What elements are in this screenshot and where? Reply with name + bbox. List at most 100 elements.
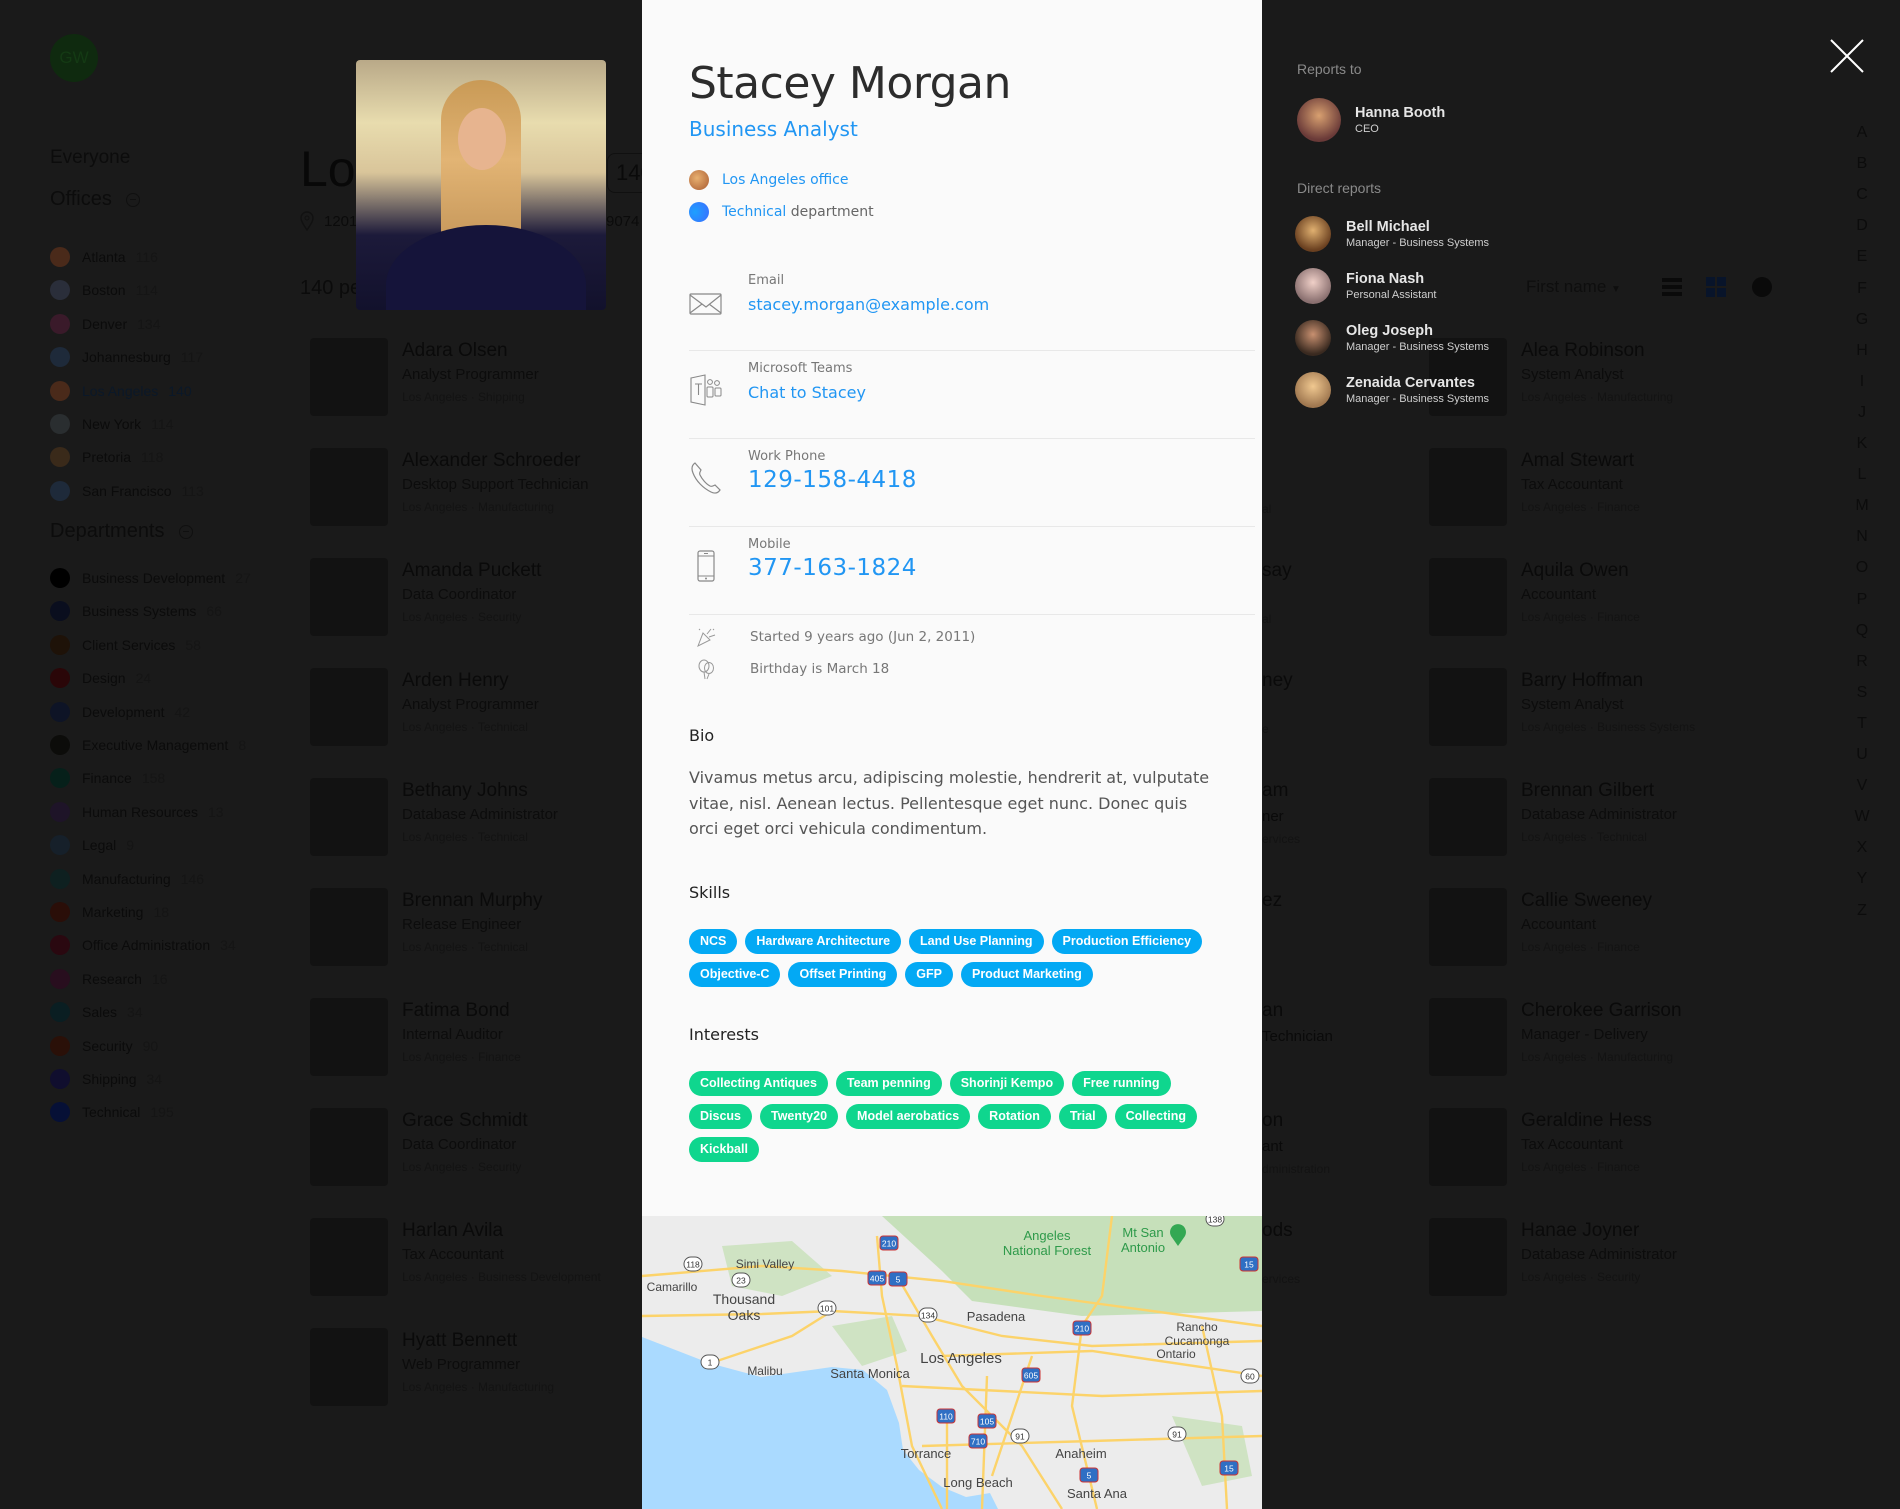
alphabet-letter[interactable]: U — [1852, 746, 1872, 764]
alphabet-letter[interactable]: P — [1852, 591, 1872, 609]
department-link[interactable]: Technical — [722, 204, 786, 220]
sidebar-item[interactable]: Shipping 34 — [50, 1067, 162, 1091]
sidebar-item[interactable]: Client Services 58 — [50, 633, 201, 657]
skill-chip[interactable]: Hardware Architecture — [745, 929, 902, 954]
close-icon[interactable] — [1829, 38, 1865, 74]
skill-chip[interactable]: NCS — [689, 929, 738, 954]
interest-chip[interactable]: Shorinji Kempo — [949, 1071, 1065, 1096]
person-card[interactable]: Aquila Owen Accountant Los Angeles · Finan… — [1429, 558, 1829, 638]
collapse-icon[interactable] — [178, 524, 193, 539]
alphabet-letter[interactable]: F — [1852, 280, 1872, 298]
direct-report[interactable]: Bell Michael Manager - Business Systems — [1295, 216, 1489, 252]
sidebar-item[interactable]: Research 16 — [50, 967, 168, 991]
alphabet-letter[interactable]: O — [1852, 559, 1872, 577]
person-card[interactable]: Brennan Gilbert Database Administrator Los… — [1429, 778, 1829, 858]
list-view-icon[interactable] — [1662, 278, 1682, 296]
alphabet-letter[interactable]: K — [1852, 435, 1872, 453]
interest-chip[interactable]: Team penning — [835, 1071, 942, 1096]
work-phone-link[interactable]: 129-158-4418 — [748, 467, 917, 493]
skill-chip[interactable]: Land Use Planning — [909, 929, 1044, 954]
interest-chip[interactable]: Model aerobatics — [846, 1104, 971, 1129]
sort-dropdown[interactable]: First name ▼ — [1526, 277, 1621, 297]
skill-chip[interactable]: Product Marketing — [960, 962, 1093, 987]
sidebar-item[interactable]: Technical 195 — [50, 1100, 174, 1124]
logo-avatar[interactable]: GW — [50, 34, 98, 82]
direct-report[interactable]: Zenaida Cervantes Manager - Business Syst… — [1295, 372, 1489, 408]
sidebar-item[interactable]: Office Administration 34 — [50, 933, 236, 957]
interest-chip[interactable]: Rotation — [978, 1104, 1051, 1129]
sidebar-item[interactable]: Development 42 — [50, 700, 190, 724]
chat-link[interactable]: Chat to Stacey — [748, 383, 866, 402]
sidebar-item[interactable]: New York 114 — [50, 412, 173, 436]
direct-report[interactable]: Fiona Nash Personal Assistant — [1295, 268, 1437, 304]
alphabet-letter[interactable]: H — [1852, 342, 1872, 360]
skill-chip[interactable]: Production Efficiency — [1051, 929, 1203, 954]
interest-chip[interactable]: Trial — [1058, 1104, 1107, 1129]
email-link[interactable]: stacey.morgan@example.com — [748, 295, 989, 314]
sidebar-item[interactable]: Johannesburg 117 — [50, 345, 203, 369]
interest-chip[interactable]: Free running — [1072, 1071, 1171, 1096]
sidebar-item[interactable]: Security 90 — [50, 1034, 158, 1058]
alphabet-letter[interactable]: Z — [1852, 902, 1872, 920]
interest-chip[interactable]: Collecting Antiques — [689, 1071, 828, 1096]
collapse-icon[interactable] — [125, 192, 140, 207]
alphabet-letter[interactable]: Y — [1852, 870, 1872, 888]
person-card[interactable]: Callie Sweeney Accountant Los Angeles · Fi… — [1429, 888, 1829, 968]
sidebar-item[interactable]: Legal 9 — [50, 833, 134, 857]
sidebar-item[interactable]: Boston 114 — [50, 278, 158, 302]
alphabet-letter[interactable]: L — [1852, 466, 1872, 484]
interest-chip[interactable]: Collecting — [1114, 1104, 1197, 1129]
alphabet-letter[interactable]: W — [1852, 808, 1872, 826]
alphabet-letter[interactable]: D — [1852, 217, 1872, 235]
sidebar-everyone[interactable]: Everyone — [50, 147, 130, 169]
departments-header[interactable]: Departments — [50, 520, 193, 543]
sidebar-item[interactable]: Pretoria 118 — [50, 445, 163, 469]
alphabet-letter[interactable]: N — [1852, 528, 1872, 546]
skill-chip[interactable]: Offset Printing — [788, 962, 898, 987]
alphabet-letter[interactable]: V — [1852, 777, 1872, 795]
office-map[interactable]: Camarillo Simi Valley Thousand Oaks Angeles N… — [642, 1211, 1262, 1509]
sidebar-item[interactable]: Business Systems 66 — [50, 599, 222, 623]
alphabet-letter[interactable]: A — [1852, 124, 1872, 142]
alphabet-letter[interactable]: M — [1852, 497, 1872, 515]
mobile-link[interactable]: 377-163-1824 — [748, 555, 917, 581]
alphabet-letter[interactable]: Q — [1852, 622, 1872, 640]
office-link[interactable]: Los Angeles — [722, 172, 806, 188]
sidebar-item[interactable]: Sales 34 — [50, 1000, 143, 1024]
sidebar-item[interactable]: Marketing 18 — [50, 900, 169, 924]
alphabet-letter[interactable]: C — [1852, 186, 1872, 204]
skill-chip[interactable]: Objective-C — [689, 962, 781, 987]
alphabet-letter[interactable]: S — [1852, 684, 1872, 702]
interest-chip[interactable]: Kickball — [689, 1137, 759, 1162]
sidebar-item[interactable]: Human Resources 13 — [50, 800, 224, 824]
face-view-icon[interactable] — [1752, 277, 1772, 297]
person-card[interactable]: Barry Hoffman System Analyst Los Angeles ·… — [1429, 668, 1829, 748]
alphabet-letter[interactable]: G — [1852, 311, 1872, 329]
sidebar-item[interactable]: Denver 134 — [50, 312, 161, 336]
sidebar-item[interactable]: Business Development 27 — [50, 566, 251, 590]
alphabet-letter[interactable]: R — [1852, 653, 1872, 671]
skill-chip[interactable]: GFP — [905, 962, 953, 987]
person-card[interactable]: Hanae Joyner Database Administrator Los An… — [1429, 1218, 1829, 1298]
sidebar-item[interactable]: Manufacturing 146 — [50, 867, 204, 891]
sidebar-item[interactable]: San Francisco 113 — [50, 479, 204, 503]
alphabet-letter[interactable]: T — [1852, 715, 1872, 733]
person-card[interactable]: Geraldine Hess Tax Accountant Los Angeles … — [1429, 1108, 1829, 1188]
sidebar-item[interactable]: Los Angeles 140 — [50, 379, 192, 403]
grid-view-icon[interactable] — [1706, 277, 1726, 297]
offices-header[interactable]: Offices — [50, 188, 140, 211]
sidebar-item[interactable]: Design 24 — [50, 666, 151, 690]
sidebar-item[interactable]: Atlanta 116 — [50, 245, 158, 269]
alphabet-letter[interactable]: E — [1852, 248, 1872, 266]
alphabet-letter[interactable]: X — [1852, 839, 1872, 857]
alphabet-letter[interactable]: I — [1852, 373, 1872, 391]
manager-card[interactable]: Hanna Booth CEO — [1297, 98, 1445, 142]
alphabet-letter[interactable]: B — [1852, 155, 1872, 173]
sidebar-item[interactable]: Executive Management 8 — [50, 733, 246, 757]
person-card[interactable]: Amal Stewart Tax Accountant Los Angeles · … — [1429, 448, 1829, 528]
person-card[interactable]: Cherokee Garrison Manager - Delivery Los A… — [1429, 998, 1829, 1078]
interest-chip[interactable]: Discus — [689, 1104, 752, 1129]
alphabet-letter[interactable]: J — [1852, 404, 1872, 422]
direct-report[interactable]: Oleg Joseph Manager - Business Systems — [1295, 320, 1489, 356]
interest-chip[interactable]: Twenty20 — [760, 1104, 839, 1129]
